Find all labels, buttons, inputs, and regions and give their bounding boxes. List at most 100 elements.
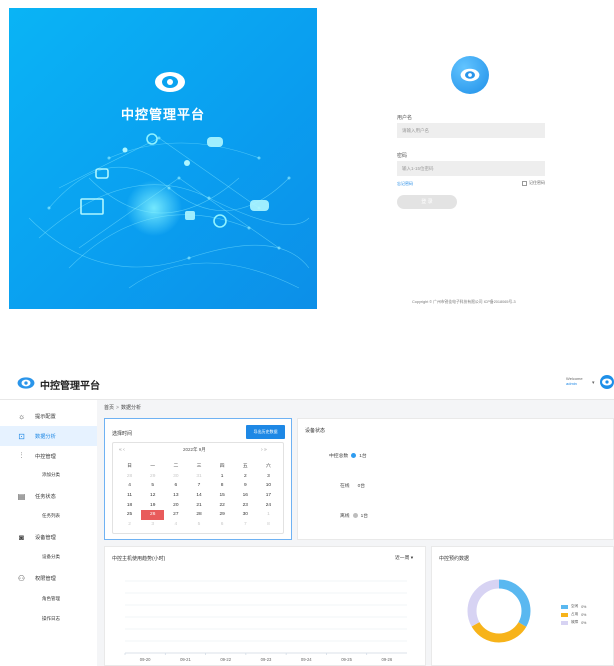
calendar-day[interactable]: 13 xyxy=(164,491,187,501)
calendar-day[interactable]: 7 xyxy=(187,481,210,491)
calendar-day[interactable]: 12 xyxy=(141,491,164,501)
checkbox-icon[interactable] xyxy=(522,180,527,186)
legend-item[interactable]: 故障 0% xyxy=(561,620,586,625)
calendar-day[interactable]: 6 xyxy=(211,520,234,530)
weekday-label: 三 xyxy=(196,464,202,469)
sidebar-item-tips[interactable]: ☼ 提示配置 xyxy=(0,406,97,426)
prev-month-icon[interactable]: « ‹ xyxy=(119,447,125,453)
calendar-day[interactable]: 15 xyxy=(211,491,234,501)
password-input[interactable]: 输入1-15位密码 xyxy=(397,161,545,176)
booking-data-card: 中控预约数据 空闲 0% 占用 0% 故障 0% xyxy=(431,546,614,666)
sidebar-item-control-management[interactable]: ⫶ 中控管理 xyxy=(0,446,97,466)
sidebar-subitem-role-management[interactable]: 角色管理 xyxy=(42,596,60,602)
weekday-label: 一 xyxy=(150,464,156,469)
x-tick-label: 09-25 xyxy=(341,657,352,662)
calendar-day[interactable]: 25 xyxy=(118,510,141,520)
calendar-day[interactable]: 20 xyxy=(164,501,187,511)
calendar-day[interactable]: 28 xyxy=(118,472,141,482)
calendar-day[interactable]: 27 xyxy=(164,510,187,520)
calendar-day[interactable]: 29 xyxy=(141,472,164,482)
export-history-button[interactable]: 导出历史数据 xyxy=(246,425,285,439)
sidebar-subitem-task-list[interactable]: 任务列表 xyxy=(42,513,60,519)
chevron-down-icon[interactable]: ▾ xyxy=(592,380,595,386)
calendar-day[interactable]: 9 xyxy=(234,481,257,491)
calendar-day[interactable]: 1 xyxy=(211,472,234,482)
calendar-day[interactable]: 8 xyxy=(257,520,280,530)
calendar-day[interactable]: 30 xyxy=(164,472,187,482)
calendar-day[interactable]: 28 xyxy=(187,510,210,520)
forgot-password-link[interactable]: 忘记密码 xyxy=(397,181,413,187)
calendar-day[interactable]: 31 xyxy=(187,472,210,482)
sidebar-item-label: 权限管理 xyxy=(35,575,56,582)
calendar-day[interactable]: 5 xyxy=(141,481,164,491)
calendar-day[interactable]: 2 xyxy=(234,472,257,482)
range-select[interactable]: 近一周 ▾ xyxy=(395,554,413,561)
calendar-day[interactable]: 14 xyxy=(187,491,210,501)
calendar-day[interactable]: 19 xyxy=(141,501,164,511)
calendar-day[interactable]: 3 xyxy=(257,472,280,482)
calendar-day[interactable]: 30 xyxy=(234,510,257,520)
remember-password-checkbox[interactable]: 记住密码 xyxy=(522,180,545,186)
status-dot-icon xyxy=(351,453,357,458)
x-tick-label: 09-21 xyxy=(180,657,191,662)
breadcrumb-separator: > xyxy=(116,405,119,411)
calendar-day[interactable]: 22 xyxy=(211,501,234,511)
legend-item[interactable]: 空闲 0% xyxy=(561,604,586,609)
calendar-day[interactable]: 18 xyxy=(118,501,141,511)
calendar: « ‹ 2022年 9月 › » 日一二三四五六 28 29 30 31 1 2 3 4 5 6 7 8… xyxy=(112,442,284,534)
calendar-day[interactable]: 11 xyxy=(118,491,141,501)
calendar-day[interactable]: 24 xyxy=(257,501,280,511)
calendar-day[interactable]: 29 xyxy=(211,510,234,520)
card-title: 设备状态 xyxy=(305,428,326,434)
list-icon: ▤ xyxy=(17,491,26,501)
calendar-day-selected[interactable]: 26 xyxy=(141,510,165,521)
x-tick-label: 09-23 xyxy=(261,657,272,662)
calendar-day[interactable]: 23 xyxy=(234,501,257,511)
x-tick-label: 09-24 xyxy=(301,657,312,662)
sidebar-item-device-management[interactable]: ◙ 设备管理 xyxy=(0,527,97,547)
app-logo-icon xyxy=(17,377,35,389)
calendar-week-row: 18 19 20 21 22 23 24 xyxy=(118,501,280,511)
x-tick-label: 09-20 xyxy=(140,657,151,662)
calendar-month-label: 2022年 9月 xyxy=(183,447,206,452)
app-logo-icon xyxy=(155,72,185,92)
network-map-illustration xyxy=(28,133,310,289)
calendar-day[interactable]: 17 xyxy=(257,491,280,501)
username-label: 用户名 xyxy=(397,115,413,121)
booking-donut-chart xyxy=(467,579,531,643)
sidebar-item-task-status[interactable]: ▤ 任务状态 xyxy=(0,486,97,506)
legend-item[interactable]: 占用 0% xyxy=(561,612,586,617)
next-month-icon[interactable]: › » xyxy=(261,447,267,453)
login-hero-panel: 中控管理平台 xyxy=(9,8,317,309)
sidebar-subitem-device-category[interactable]: 设备分类 xyxy=(42,554,60,560)
calendar-day[interactable]: 4 xyxy=(164,520,187,530)
calendar-day[interactable]: 6 xyxy=(164,481,187,491)
sidebar-subitem-operation-log[interactable]: 操作日志 xyxy=(42,616,60,622)
legend-label: 占用 xyxy=(571,612,579,616)
login-button[interactable]: 登 录 xyxy=(397,195,457,209)
breadcrumb-current: 数据分析 xyxy=(120,405,141,411)
calendar-day[interactable]: 1 xyxy=(257,510,280,520)
page: 中控管理平台 用户名 请输入用户名 密码 输入1-15位密码 忘记密码 记住密码… xyxy=(0,0,614,666)
calendar-day[interactable]: 2 xyxy=(118,520,141,530)
weekday-label: 五 xyxy=(242,464,248,469)
calendar-day[interactable]: 4 xyxy=(118,481,141,491)
sidebar-subitem-add-category[interactable]: 添加分类 xyxy=(42,472,60,478)
username-input[interactable]: 请输入用户名 xyxy=(397,123,545,138)
sidebar-item-permission-management[interactable]: ⚇ 权限管理 xyxy=(0,568,97,588)
copyright-text: Copyright © 广州市锐佳电子科技有限公司 ICP备2018065号-3 xyxy=(412,300,516,304)
calendar-day[interactable]: 21 xyxy=(187,501,210,511)
calendar-day[interactable]: 8 xyxy=(211,481,234,491)
app-logo-icon xyxy=(602,378,612,386)
chart-icon: ⊡ xyxy=(18,431,25,441)
user-avatar[interactable] xyxy=(600,375,614,389)
calendar-day[interactable]: 7 xyxy=(234,520,257,530)
breadcrumb-home[interactable]: 首页 xyxy=(104,405,114,411)
username-text[interactable]: admin xyxy=(566,381,583,386)
calendar-day[interactable]: 5 xyxy=(187,520,210,530)
sidebar-item-data-analysis[interactable]: ⊡ 数据分析 xyxy=(0,426,97,446)
calendar-day[interactable]: 3 xyxy=(141,520,164,530)
calendar-day[interactable]: 10 xyxy=(257,481,280,491)
calendar-day[interactable]: 16 xyxy=(234,491,257,501)
user-menu[interactable]: Welcome admin xyxy=(566,376,583,386)
